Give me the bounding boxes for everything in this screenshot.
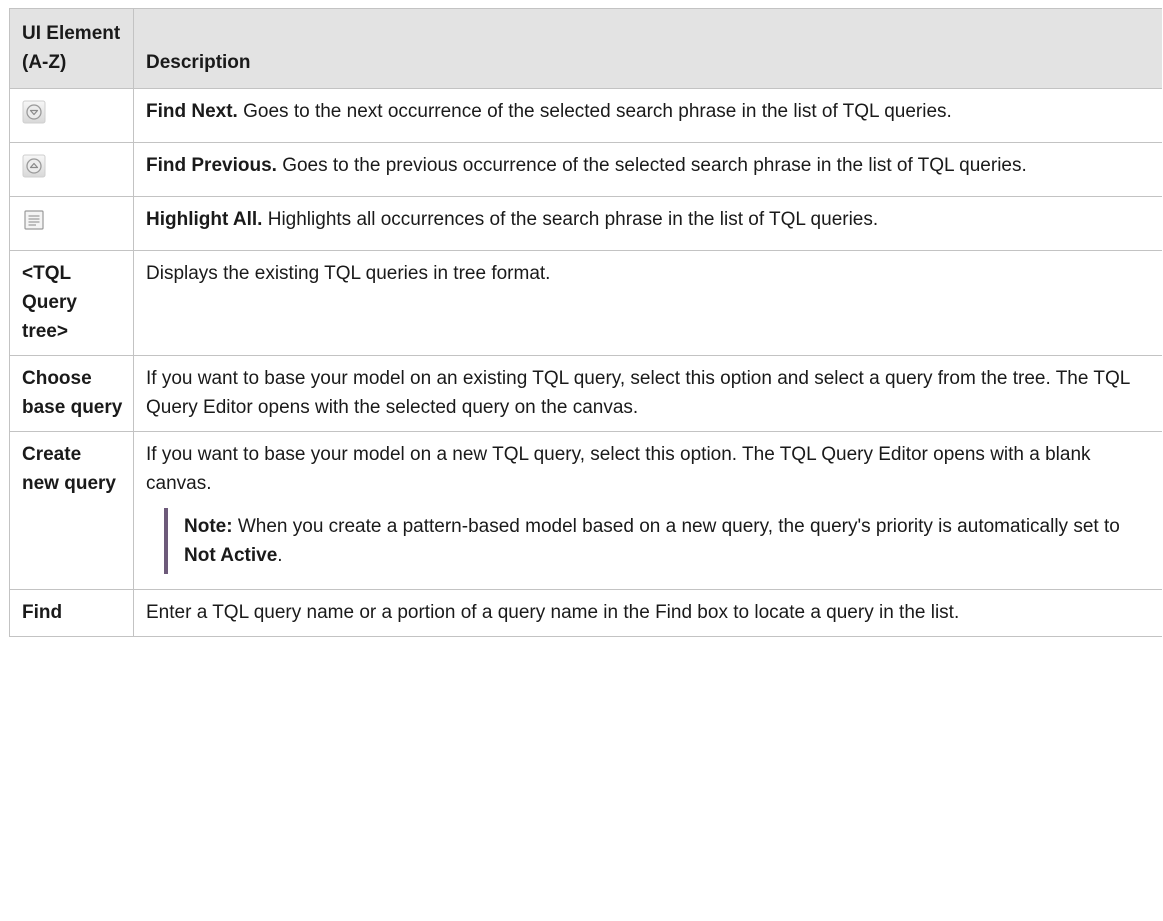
element-cell: Find: [9, 589, 134, 637]
table-row: <TQL Query tree> Displays the existing T…: [9, 250, 1163, 356]
header-description: Description: [133, 8, 1163, 89]
description-cell: Find Previous. Goes to the previous occu…: [133, 142, 1163, 197]
description-cell: Find Next. Goes to the next occurrence o…: [133, 88, 1163, 143]
note-text: When you create a pattern-based model ba…: [232, 516, 1120, 537]
description-cell: Enter a TQL query name or a portion of a…: [133, 589, 1163, 637]
term-label: Find Previous.: [146, 155, 277, 176]
element-cell: [9, 196, 134, 251]
element-cell: Create new query: [9, 431, 134, 590]
element-name: <TQL Query tree>: [22, 263, 77, 342]
description-text: If you want to base your model on an exi…: [146, 368, 1130, 418]
element-name: Find: [22, 602, 63, 623]
ui-elements-table: UI Element (A-Z) Description Find Next. …: [9, 8, 1163, 637]
description-text: Enter a TQL query name or a portion of a…: [146, 602, 960, 623]
element-cell: Choose base query: [9, 355, 134, 432]
table-row: Find Previous. Goes to the previous occu…: [9, 142, 1163, 197]
note-end: .: [277, 545, 283, 566]
header-description-label: Description: [146, 52, 251, 73]
table-row: Create new query If you want to base you…: [9, 431, 1163, 590]
note-callout: Note: When you create a pattern-based mo…: [164, 508, 1153, 574]
find-previous-icon: [22, 154, 46, 178]
description-text: Displays the existing TQL queries in tre…: [146, 263, 551, 284]
description-text: If you want to base your model on a new …: [146, 444, 1091, 494]
element-cell: <TQL Query tree>: [9, 250, 134, 356]
table-row: Find Enter a TQL query name or a portion…: [9, 589, 1163, 637]
term-label: Highlight All.: [146, 209, 263, 230]
element-cell: [9, 88, 134, 143]
description-text: Highlights all occurrences of the search…: [262, 209, 879, 230]
element-name: Create new query: [22, 444, 116, 494]
description-text: Goes to the previous occurrence of the s…: [276, 155, 1027, 176]
element-name: Choose base query: [22, 368, 123, 418]
table-row: Highlight All. Highlights all occurrence…: [9, 196, 1163, 251]
description-cell: Highlight All. Highlights all occurrence…: [133, 196, 1163, 251]
find-next-icon: [22, 100, 46, 124]
header-ui-element-label: UI Element (A-Z): [22, 23, 121, 73]
term-label: Find Next.: [146, 101, 238, 122]
description-cell: If you want to base your model on a new …: [133, 431, 1163, 590]
element-cell: [9, 142, 134, 197]
description-cell: If you want to base your model on an exi…: [133, 355, 1163, 432]
header-ui-element: UI Element (A-Z): [9, 8, 134, 89]
table-row: Choose base query If you want to base yo…: [9, 355, 1163, 432]
note-label: Note:: [184, 516, 233, 537]
description-cell: Displays the existing TQL queries in tre…: [133, 250, 1163, 356]
note-bold-value: Not Active: [184, 545, 278, 566]
table-header-row: UI Element (A-Z) Description: [9, 8, 1163, 89]
description-text: Goes to the next occurrence of the selec…: [237, 101, 952, 122]
table-row: Find Next. Goes to the next occurrence o…: [9, 88, 1163, 143]
highlight-all-icon: [22, 208, 46, 232]
